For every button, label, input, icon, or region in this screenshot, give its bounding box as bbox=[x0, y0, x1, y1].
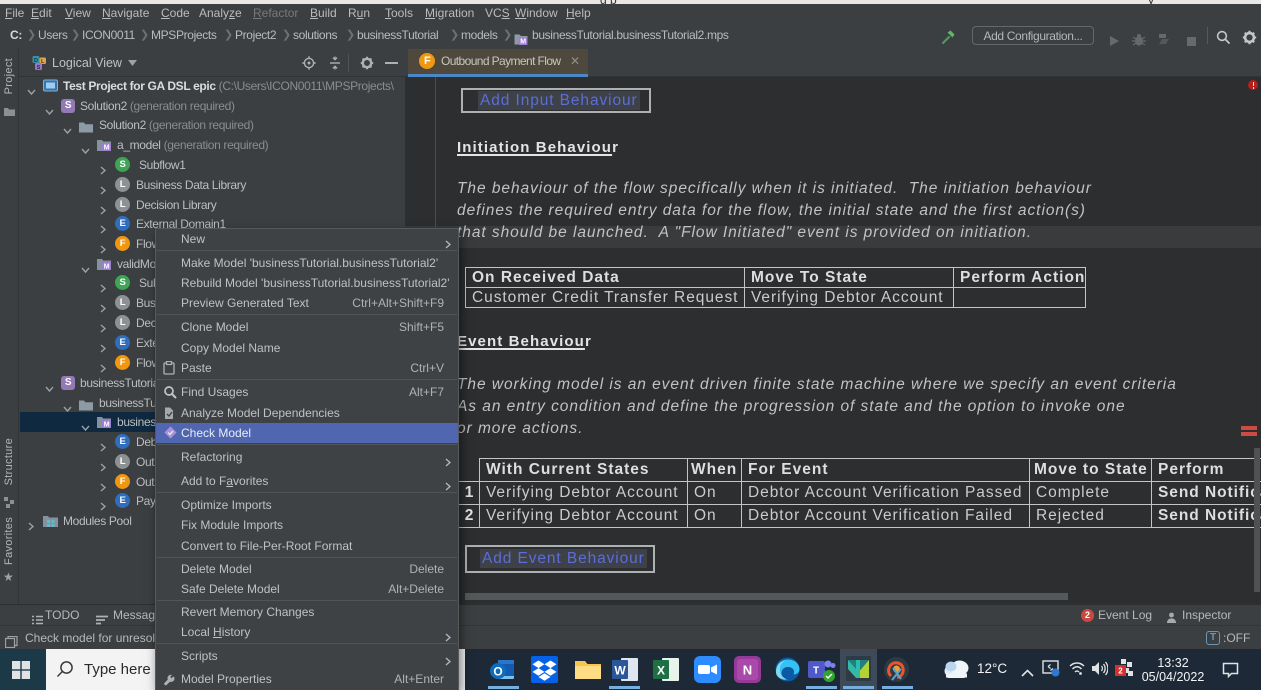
svg-text:W: W bbox=[614, 664, 626, 678]
svg-text:D: D bbox=[34, 58, 38, 64]
svg-text:X: X bbox=[657, 664, 665, 678]
svg-text:O: O bbox=[493, 665, 502, 679]
svg-text:N: N bbox=[743, 663, 752, 678]
svg-text:M: M bbox=[104, 264, 110, 271]
svg-text:S: S bbox=[37, 65, 41, 71]
svg-text:M: M bbox=[104, 422, 110, 429]
svg-text:2: 2 bbox=[1118, 667, 1123, 676]
svg-text:M: M bbox=[520, 39, 526, 46]
svg-text:T: T bbox=[813, 666, 819, 677]
svg-text:M: M bbox=[104, 145, 110, 152]
